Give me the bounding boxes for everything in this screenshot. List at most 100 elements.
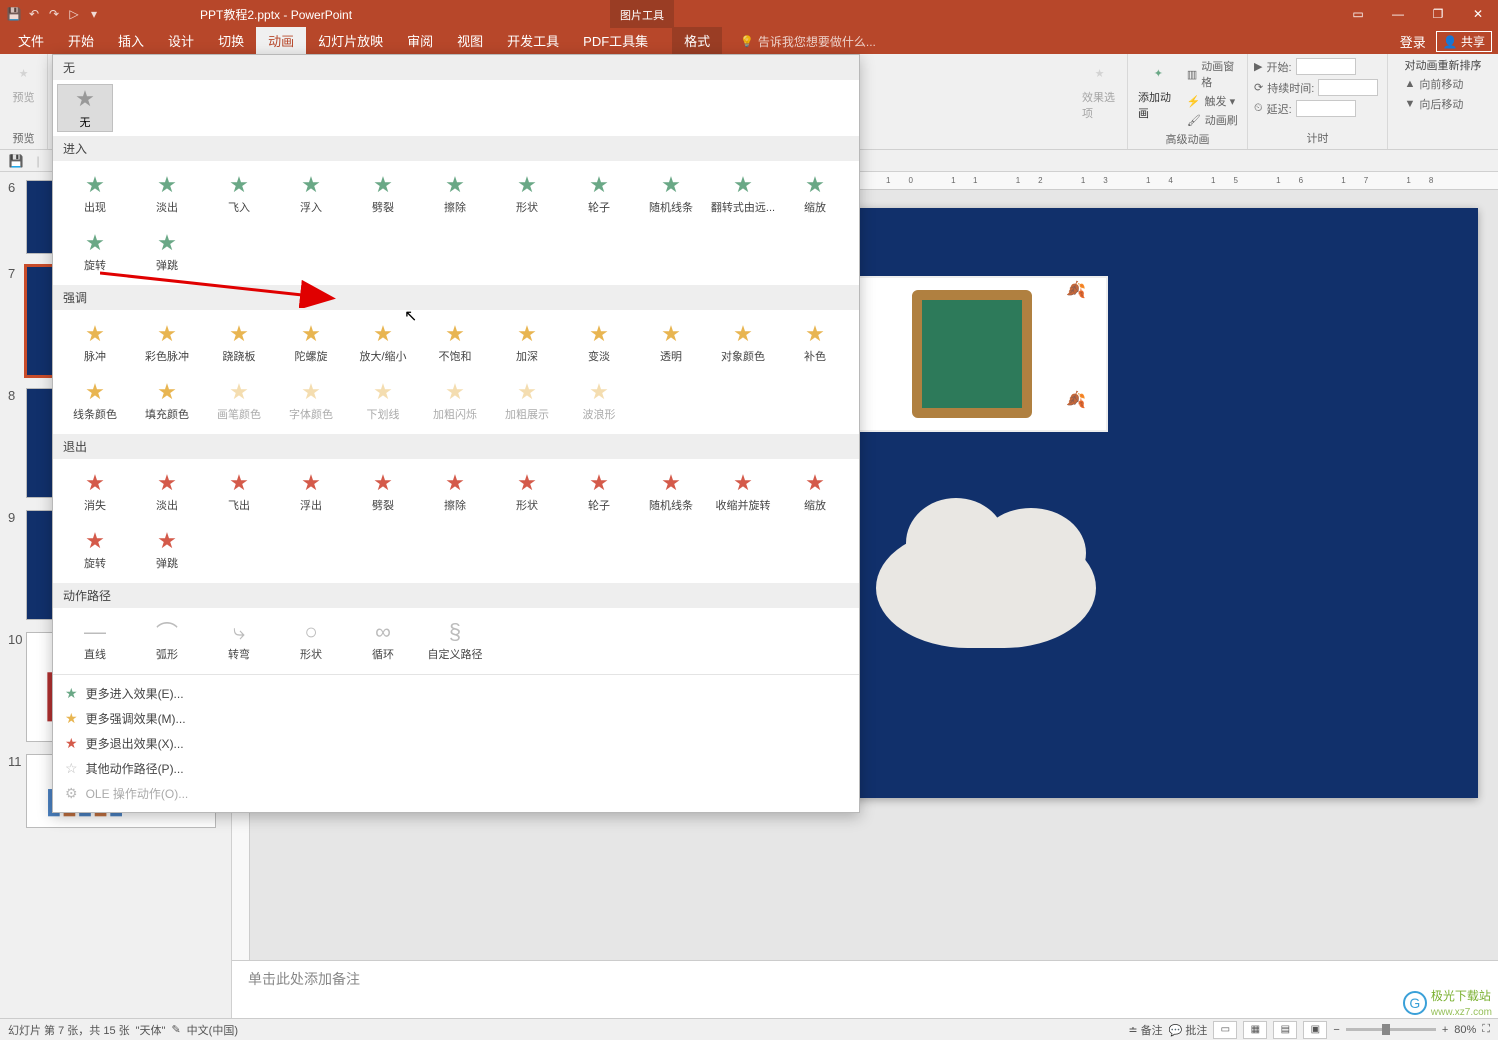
anim-item[interactable]: ∞循环 (347, 612, 419, 670)
anim-item[interactable]: ★出现 (59, 165, 131, 223)
anim-item[interactable]: ★消失 (59, 463, 131, 521)
tab-transitions[interactable]: 切换 (206, 27, 256, 55)
anim-item[interactable]: ★旋转 (59, 521, 131, 579)
spellcheck-icon[interactable]: ✎ (171, 1023, 180, 1036)
zoom-level[interactable]: 80% (1454, 1024, 1476, 1036)
trigger-button[interactable]: ⚡触发 ▾ (1187, 92, 1241, 110)
anim-item[interactable]: ★加深 (491, 314, 563, 372)
anim-item[interactable]: ★淡出 (131, 463, 203, 521)
more-exit[interactable]: ★更多退出效果(X)... (63, 731, 849, 756)
tab-review[interactable]: 审阅 (395, 27, 445, 55)
anim-item[interactable]: ★缩放 (779, 165, 851, 223)
qat-save-icon[interactable]: 💾 (6, 6, 22, 22)
normal-view-icon[interactable]: ▭ (1213, 1021, 1237, 1039)
tab-pdf[interactable]: PDF工具集 (571, 27, 660, 55)
anim-item[interactable]: ★劈裂 (347, 165, 419, 223)
tab-insert[interactable]: 插入 (106, 27, 156, 55)
fit-window-button[interactable]: ⛶ (1482, 1023, 1490, 1036)
anim-item[interactable]: ★弹跳 (131, 521, 203, 579)
anim-item[interactable]: ★对象颜色 (707, 314, 779, 372)
anim-item[interactable]: ⌒弧形 (131, 612, 203, 670)
language-indicator[interactable]: 中文(中国) (187, 1022, 238, 1038)
anim-item[interactable]: ★加粗展示 (491, 372, 563, 430)
anim-item[interactable]: ★浮入 (275, 165, 347, 223)
anim-item[interactable]: §自定义路径 (419, 612, 491, 670)
close-icon[interactable]: ✕ (1458, 0, 1498, 28)
anim-item[interactable]: ★擦除 (419, 165, 491, 223)
qat-start-icon[interactable]: ▷ (66, 6, 82, 22)
zoom-in-button[interactable]: + (1442, 1024, 1448, 1036)
animation-painter-button[interactable]: 🖌动画刷 (1187, 111, 1241, 129)
anim-item[interactable]: ★填充颜色 (131, 372, 203, 430)
qat-more-icon[interactable]: ▾ (86, 6, 102, 22)
anim-item[interactable]: ★轮子 (563, 165, 635, 223)
reading-view-icon[interactable]: ▤ (1273, 1021, 1297, 1039)
animation-pane-button[interactable]: ▥动画窗格 (1187, 57, 1241, 91)
more-emphasis[interactable]: ★更多强调效果(M)... (63, 706, 849, 731)
anim-item[interactable]: ★波浪形 (563, 372, 635, 430)
start-input[interactable] (1296, 58, 1356, 75)
anim-item[interactable]: ★不饱和 (419, 314, 491, 372)
tab-file[interactable]: 文件 (6, 27, 56, 55)
anim-item[interactable]: ★随机线条 (635, 463, 707, 521)
anim-item[interactable]: ★变淡 (563, 314, 635, 372)
anim-item[interactable]: ○形状 (275, 612, 347, 670)
anim-item[interactable]: —直线 (59, 612, 131, 670)
anim-item[interactable]: ★跷跷板 (203, 314, 275, 372)
delay-input[interactable] (1296, 100, 1356, 117)
anim-item[interactable]: ★加粗闪烁 (419, 372, 491, 430)
qat-redo-icon[interactable]: ↷ (46, 6, 62, 22)
move-earlier-button[interactable]: ▲ 向前移动 (1405, 75, 1464, 93)
tab-developer[interactable]: 开发工具 (495, 27, 571, 55)
anim-item[interactable]: ★飞入 (203, 165, 275, 223)
anim-item[interactable]: ★收缩并旋转 (707, 463, 779, 521)
anim-item[interactable]: ★随机线条 (635, 165, 707, 223)
tell-me-input[interactable]: 告诉我您想要做什么... (740, 33, 876, 50)
anim-item[interactable]: ★彩色脉冲 (131, 314, 203, 372)
preview-button[interactable]: ★ 预览 (6, 57, 42, 107)
anim-item[interactable]: ⤷转弯 (203, 612, 275, 670)
comments-toggle[interactable]: 💬 批注 (1169, 1022, 1208, 1038)
anim-item[interactable]: ★字体颜色 (275, 372, 347, 430)
qat-undo-icon[interactable]: ↶ (26, 6, 42, 22)
zoom-out-button[interactable]: − (1333, 1024, 1339, 1036)
anim-item[interactable]: ★翻转式由远... (707, 165, 779, 223)
more-entrance[interactable]: ★更多进入效果(E)... (63, 681, 849, 706)
notes-toggle[interactable]: ≐ 备注 (1128, 1022, 1162, 1038)
tab-animations[interactable]: 动画 (256, 27, 306, 55)
anim-item[interactable]: ★擦除 (419, 463, 491, 521)
anim-item[interactable]: ★形状 (491, 165, 563, 223)
anim-none[interactable]: ★ 无 (57, 84, 113, 132)
sorter-view-icon[interactable]: ▦ (1243, 1021, 1267, 1039)
ribbon-display-options-icon[interactable]: ▭ (1338, 0, 1378, 28)
slideshow-view-icon[interactable]: ▣ (1303, 1021, 1327, 1039)
move-later-button[interactable]: ▼ 向后移动 (1405, 95, 1464, 113)
restore-icon[interactable]: ❐ (1418, 0, 1458, 28)
anim-item[interactable]: ★飞出 (203, 463, 275, 521)
save-icon[interactable]: 💾 (8, 153, 24, 169)
duration-input[interactable] (1318, 79, 1378, 96)
zoom-slider[interactable] (1346, 1028, 1436, 1031)
anim-item[interactable]: ★淡出 (131, 165, 203, 223)
tab-home[interactable]: 开始 (56, 27, 106, 55)
share-button[interactable]: 👤 共享 (1436, 31, 1492, 52)
minimize-icon[interactable]: — (1378, 0, 1418, 28)
notes-pane[interactable]: 单击此处添加备注 (232, 960, 1498, 1018)
tab-slideshow[interactable]: 幻灯片放映 (306, 27, 395, 55)
anim-item[interactable]: ★形状 (491, 463, 563, 521)
slide-picture[interactable]: 🍁 🍂 🍁 🍂 (836, 276, 1108, 432)
anim-item[interactable]: ★缩放 (779, 463, 851, 521)
anim-item[interactable]: ★透明 (635, 314, 707, 372)
anim-item[interactable]: ★浮出 (275, 463, 347, 521)
anim-item[interactable]: ★下划线 (347, 372, 419, 430)
anim-item[interactable]: ★弹跳 (131, 223, 203, 281)
anim-item[interactable]: ★补色 (779, 314, 851, 372)
add-animation-button[interactable]: ✦ 添加动画 (1134, 57, 1183, 129)
tab-format[interactable]: 格式 (672, 27, 722, 55)
anim-item[interactable]: ★劈裂 (347, 463, 419, 521)
anim-item[interactable]: ★放大/缩小 (347, 314, 419, 372)
signin-link[interactable]: 登录 (1400, 32, 1426, 51)
tab-design[interactable]: 设计 (156, 27, 206, 55)
effect-options-button[interactable]: ★ 效果选项 (1078, 57, 1121, 123)
anim-item[interactable]: ★轮子 (563, 463, 635, 521)
